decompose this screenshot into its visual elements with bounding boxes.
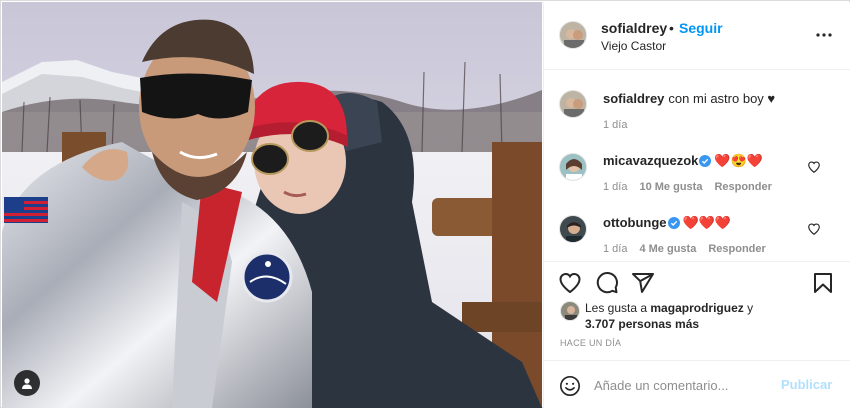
comment-likes[interactable]: 10 Me gusta <box>639 181 702 193</box>
avatar-image <box>560 22 586 48</box>
comment-likes[interactable]: 4 Me gusta <box>639 243 696 255</box>
follow-button[interactable]: Seguir <box>679 20 723 36</box>
post-photo[interactable] <box>2 2 542 408</box>
comment-text-row: micavazquezok ❤️😍❤️ <box>603 153 763 169</box>
caption-time[interactable]: 1 día <box>603 119 627 131</box>
comment-time[interactable]: 1 día <box>603 181 627 193</box>
post-details-panel: sofialdrey • Seguir Viejo Castor sofiald… <box>543 2 850 408</box>
caption-text-row: sofialdrey con mi astro boy ♥ <box>603 91 775 106</box>
reply-button[interactable]: Responder <box>714 181 771 193</box>
post-header: sofialdrey • Seguir Viejo Castor <box>544 2 850 70</box>
likes-line: Les gusta a magaprodriguez y <box>585 301 753 315</box>
add-comment-bar: Publicar <box>544 360 850 408</box>
avatar[interactable] <box>560 301 580 321</box>
verified-icon <box>699 155 712 167</box>
heart-icon[interactable] <box>807 160 821 174</box>
likes-summary: Les gusta a magaprodriguez y 3.707 perso… <box>544 298 850 338</box>
comment-text-row: ottobunge ❤️❤️❤️ <box>603 215 731 231</box>
likes-prefix: Les gusta a <box>585 301 648 315</box>
caption-meta: 1 día <box>603 119 639 131</box>
avatar[interactable] <box>559 21 587 49</box>
post-author-username[interactable]: sofialdrey <box>601 20 667 36</box>
emoji-icon[interactable] <box>559 375 581 397</box>
avatar-image <box>561 302 579 320</box>
avatar[interactable] <box>559 90 587 118</box>
post-location[interactable]: Viejo Castor <box>601 39 666 53</box>
comment-icon[interactable] <box>595 271 619 295</box>
likes-user[interactable]: magaprodriguez <box>650 301 743 315</box>
separator-dot: • <box>669 20 674 36</box>
more-options-glyph <box>816 33 832 37</box>
share-icon[interactable] <box>631 271 655 295</box>
more-options-icon[interactable] <box>815 26 833 44</box>
heart-icon[interactable] <box>558 271 582 295</box>
avatar-image <box>560 216 586 242</box>
publish-button[interactable]: Publicar <box>781 377 832 392</box>
tag-user-icon[interactable] <box>14 370 40 396</box>
bookmark-icon[interactable] <box>811 271 835 295</box>
comment-text: ❤️❤️❤️ <box>682 215 732 230</box>
caption-text: con mi astro boy ♥ <box>668 91 776 106</box>
comment-meta: 1 día 4 Me gusta Responder <box>603 243 778 255</box>
heart-icon[interactable] <box>807 222 821 236</box>
verified-icon <box>667 217 680 229</box>
post-date[interactable]: HACE UN DÍA <box>560 338 621 348</box>
tag-user-glyph <box>22 378 32 389</box>
comment-meta: 1 día 10 Me gusta Responder <box>603 181 784 193</box>
comments-list[interactable]: sofialdrey con mi astro boy ♥ 1 día micav… <box>544 71 850 261</box>
comment-text: ❤️😍❤️ <box>714 153 763 168</box>
photo-illustration <box>2 2 542 408</box>
comment-time[interactable]: 1 día <box>603 243 627 255</box>
post-modal: sofialdrey • Seguir Viejo Castor sofiald… <box>0 0 850 408</box>
avatar[interactable] <box>559 153 587 181</box>
comment-username[interactable]: micavazquezok <box>603 153 698 168</box>
comment-username[interactable]: ottobunge <box>603 215 667 230</box>
avatar[interactable] <box>559 215 587 243</box>
caption-username[interactable]: sofialdrey <box>603 91 664 106</box>
likes-others[interactable]: 3.707 personas más <box>585 317 699 331</box>
reply-button[interactable]: Responder <box>708 243 765 255</box>
avatar-image <box>560 154 586 180</box>
action-bar <box>544 261 850 303</box>
comment-input[interactable] <box>594 374 774 396</box>
likes-conj: y <box>747 301 754 315</box>
avatar-image <box>560 91 586 117</box>
